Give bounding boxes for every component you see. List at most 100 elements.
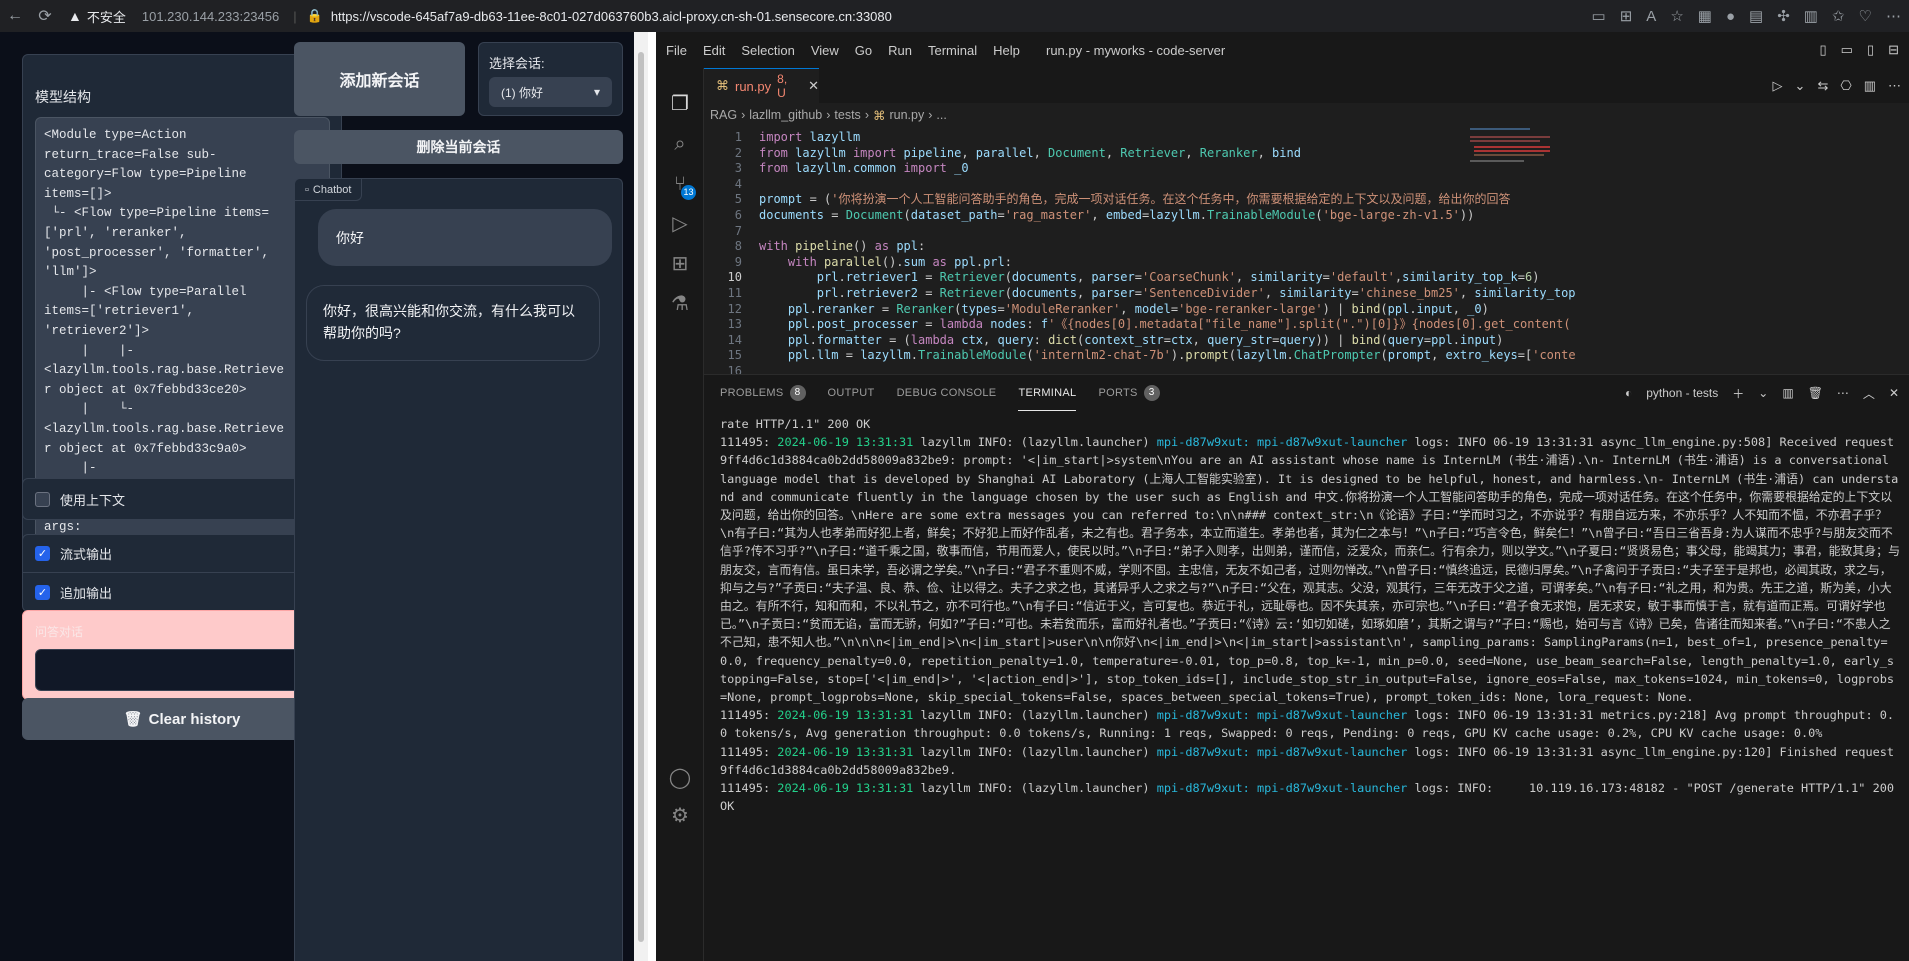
split-terminal-icon[interactable]: ▥ [1782,386,1793,400]
session-dropdown[interactable]: (1) 你好 ▾ [489,77,612,107]
extension-icon[interactable]: ● [1726,8,1735,25]
address-bar[interactable]: https://vscode-645af7a9-db63-11ee-8c01-0… [331,9,892,24]
chat-message-bot: 你好，很高兴能和你交流，有什么我可以帮助你的吗? [306,285,600,361]
tab-output[interactable]: OUTPUT [828,375,875,411]
code-line[interactable]: 16 [704,364,1909,374]
stream-output-checkbox[interactable]: ✓ [35,546,50,561]
code-line[interactable]: 1 import lazyllm [704,130,1909,146]
menu-file[interactable]: File [666,43,687,58]
back-icon[interactable]: ← [0,7,30,25]
scrollbar-thumb[interactable] [638,52,644,942]
split-icon[interactable]: ▥ [1804,7,1818,25]
terminal-time: 2024-06-19 13:31:31 [777,435,914,450]
menu-go[interactable]: Go [855,43,872,58]
toggle-panel-icon[interactable]: ▭ [1841,42,1853,58]
more-icon[interactable]: ⋯ [1886,7,1901,25]
menu-selection[interactable]: Selection [741,43,794,58]
code-line[interactable]: 8 with pipeline() as ppl: [704,239,1909,255]
run-icon[interactable]: ▷ [1773,78,1783,94]
breadcrumb-item[interactable]: RAG [710,108,737,122]
toggle-sidebar-icon[interactable]: ▯ [1819,42,1826,58]
chevron-down-icon[interactable]: ⌄ [1795,78,1806,94]
extensions-icon[interactable]: ⊞ [668,252,692,276]
reader-icon[interactable]: ▭ [1592,7,1606,25]
run-debug-icon[interactable]: ▷ [668,212,692,236]
kill-terminal-icon[interactable]: 🗑 [1808,386,1823,400]
menu-view[interactable]: View [811,43,839,58]
customize-layout-icon[interactable]: ⊟ [1888,42,1899,58]
tab-debug-console[interactable]: DEBUG CONSOLE [897,375,997,411]
tab-status: 8, U [777,72,788,100]
code-line[interactable]: 5 prompt = ('你将扮演一个人工智能问答助手的角色，完成一项对话任务。在… [704,192,1909,208]
tab-ip-label[interactable]: 101.230.144.233:23456 [142,9,279,24]
tab-problems[interactable]: PROBLEMS 8 [720,375,806,411]
terminal-logger: lazyllm INFO: (lazyllm.launcher) [913,708,1157,723]
layout-controls: ▯ ▭ ▯ ⊟ [1819,42,1899,58]
tab-run-py[interactable]: ⌘ run.py 8, U ✕ [704,68,819,103]
code-line[interactable]: 10 prl.retriever1 = Retriever(documents,… [704,270,1909,286]
breadcrumb-item[interactable]: run.py [889,108,924,122]
split-editor-icon[interactable]: ▥ [1864,78,1876,94]
code-line[interactable]: 9 with parallel().sum as ppl.prl: [704,255,1909,271]
new-terminal-icon[interactable]: ＋ [1732,385,1744,402]
open-changes-icon[interactable]: ⎔ [1840,78,1851,94]
code-line[interactable]: 13 ppl.post_processer = lambda nodes: f'… [704,317,1909,333]
apps-icon[interactable]: ⊞ [1620,7,1633,25]
terminal-profile[interactable]: python - tests [1646,386,1718,400]
minimap[interactable] [1470,128,1556,188]
explorer-icon[interactable]: ❐ [668,92,692,116]
add-session-button[interactable]: 添加新会话 [294,42,465,116]
breadcrumb-item[interactable]: tests [834,108,860,122]
maximize-panel-icon[interactable]: ︿ [1863,385,1875,402]
more-actions-icon[interactable]: ⋯ [1837,386,1849,400]
chevron-down-icon[interactable]: ⌄ [1758,386,1768,400]
page-scrollbar[interactable] [634,32,648,961]
code-line[interactable]: 14 ppl.formatter = (lambda ctx, query: d… [704,333,1909,349]
toggle-secondary-icon[interactable]: ▯ [1867,42,1874,58]
code-line[interactable]: 7 [704,224,1909,240]
code-line[interactable]: 2 from lazyllm import pipeline, parallel,… [704,146,1909,162]
code-line[interactable]: 11 prl.retriever2 = Retriever(documents,… [704,286,1909,302]
tab-terminal[interactable]: TERMINAL [1018,375,1077,411]
puzzle-icon[interactable]: ✣ [1777,7,1790,25]
code-line[interactable]: 6 documents = Document(dataset_path='rag_… [704,208,1909,224]
favorite-icon[interactable]: ☆ [1670,7,1683,25]
chatbot-label: Chatbot [312,183,352,196]
use-context-checkbox[interactable] [35,491,50,507]
menu-run[interactable]: Run [888,43,912,58]
tab-ports[interactable]: PORTS 3 [1098,375,1160,411]
close-icon[interactable]: ✕ [808,78,819,94]
code-line[interactable]: 15 ppl.llm = lazyllm.TrainableModule('in… [704,348,1909,364]
line-number: 11 [727,286,742,300]
code-line[interactable]: 4 [704,177,1909,193]
account-icon[interactable]: ◯ [668,766,692,790]
qr-icon[interactable]: ▦ [1698,7,1712,25]
breadcrumb-item[interactable]: ... [936,108,946,122]
more-actions-icon[interactable]: ⋯ [1888,78,1901,94]
terminal-output[interactable]: rate HTTP/1.1" 200 OK 111495: 2024-06-19… [720,415,1900,960]
testing-icon[interactable]: ⚗ [668,292,692,316]
breadcrumb-item[interactable]: lazllm_github [749,108,822,122]
source-control-icon[interactable]: ⑂ 13 [668,172,696,200]
health-icon[interactable]: ♡ [1859,7,1872,25]
session-select-panel: 选择会话: (1) 你好 ▾ [478,42,623,116]
security-indicator[interactable]: ▲ 不安全 [68,7,126,26]
tab-label: PORTS [1098,387,1138,399]
question-input[interactable] [35,649,330,691]
menu-terminal[interactable]: Terminal [928,43,977,58]
settings-gear-icon[interactable]: ⚙ [668,804,692,828]
append-output-checkbox[interactable]: ✓ [35,584,50,600]
code-editor[interactable]: 1 import lazyllm 2 from lazyllm import pipe… [704,126,1909,374]
favorites-icon[interactable]: ✩ [1832,7,1845,25]
close-panel-icon[interactable]: ✕ [1889,386,1899,400]
search-icon[interactable]: ⌕ [668,132,692,156]
read-aloud-icon[interactable]: A [1646,8,1656,25]
reload-icon[interactable]: ⟳ [30,6,60,26]
delete-session-button[interactable]: 删除当前会话 [294,130,623,164]
menu-edit[interactable]: Edit [703,43,725,58]
compare-icon[interactable]: ⇆ [1817,78,1828,94]
document-icon[interactable]: ▤ [1749,7,1763,25]
code-line[interactable]: 12 ppl.reranker = Reranker(types='Module… [704,302,1909,318]
code-line[interactable]: 3 from lazyllm.common import _0 [704,161,1909,177]
menu-help[interactable]: Help [993,43,1020,58]
